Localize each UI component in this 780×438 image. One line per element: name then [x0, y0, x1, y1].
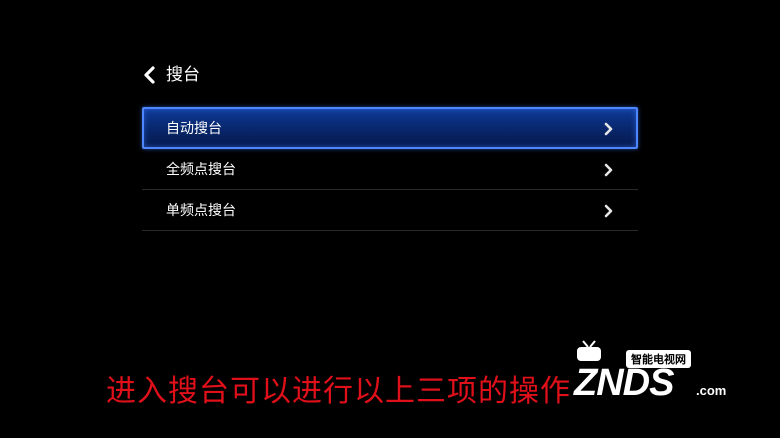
menu-item-auto-search[interactable]: 自动搜台 [142, 107, 638, 149]
page-title: 搜台 [166, 65, 200, 85]
search-menu: 自动搜台 全频点搜台 单频点搜台 [142, 107, 638, 231]
menu-item-full-frequency-search[interactable]: 全频点搜台 [142, 149, 638, 190]
chevron-right-icon [604, 162, 614, 177]
chevron-right-icon [604, 203, 614, 218]
page-header: 搜台 [142, 62, 200, 88]
menu-item-label: 单频点搜台 [166, 203, 236, 219]
tv-icon [574, 340, 604, 362]
chevron-right-icon [604, 121, 614, 136]
chevron-left-icon[interactable] [142, 65, 156, 85]
caption-text: 进入搜台可以进行以上三项的操作 [106, 374, 571, 409]
watermark-logo: 智能电视网 ZNDS .com [566, 340, 746, 410]
menu-item-label: 全频点搜台 [166, 162, 236, 178]
watermark-suffix: .com [696, 383, 727, 398]
menu-item-label: 自动搜台 [166, 121, 222, 137]
menu-item-single-frequency-search[interactable]: 单频点搜台 [142, 190, 638, 231]
watermark-brand: ZNDS [574, 362, 674, 404]
